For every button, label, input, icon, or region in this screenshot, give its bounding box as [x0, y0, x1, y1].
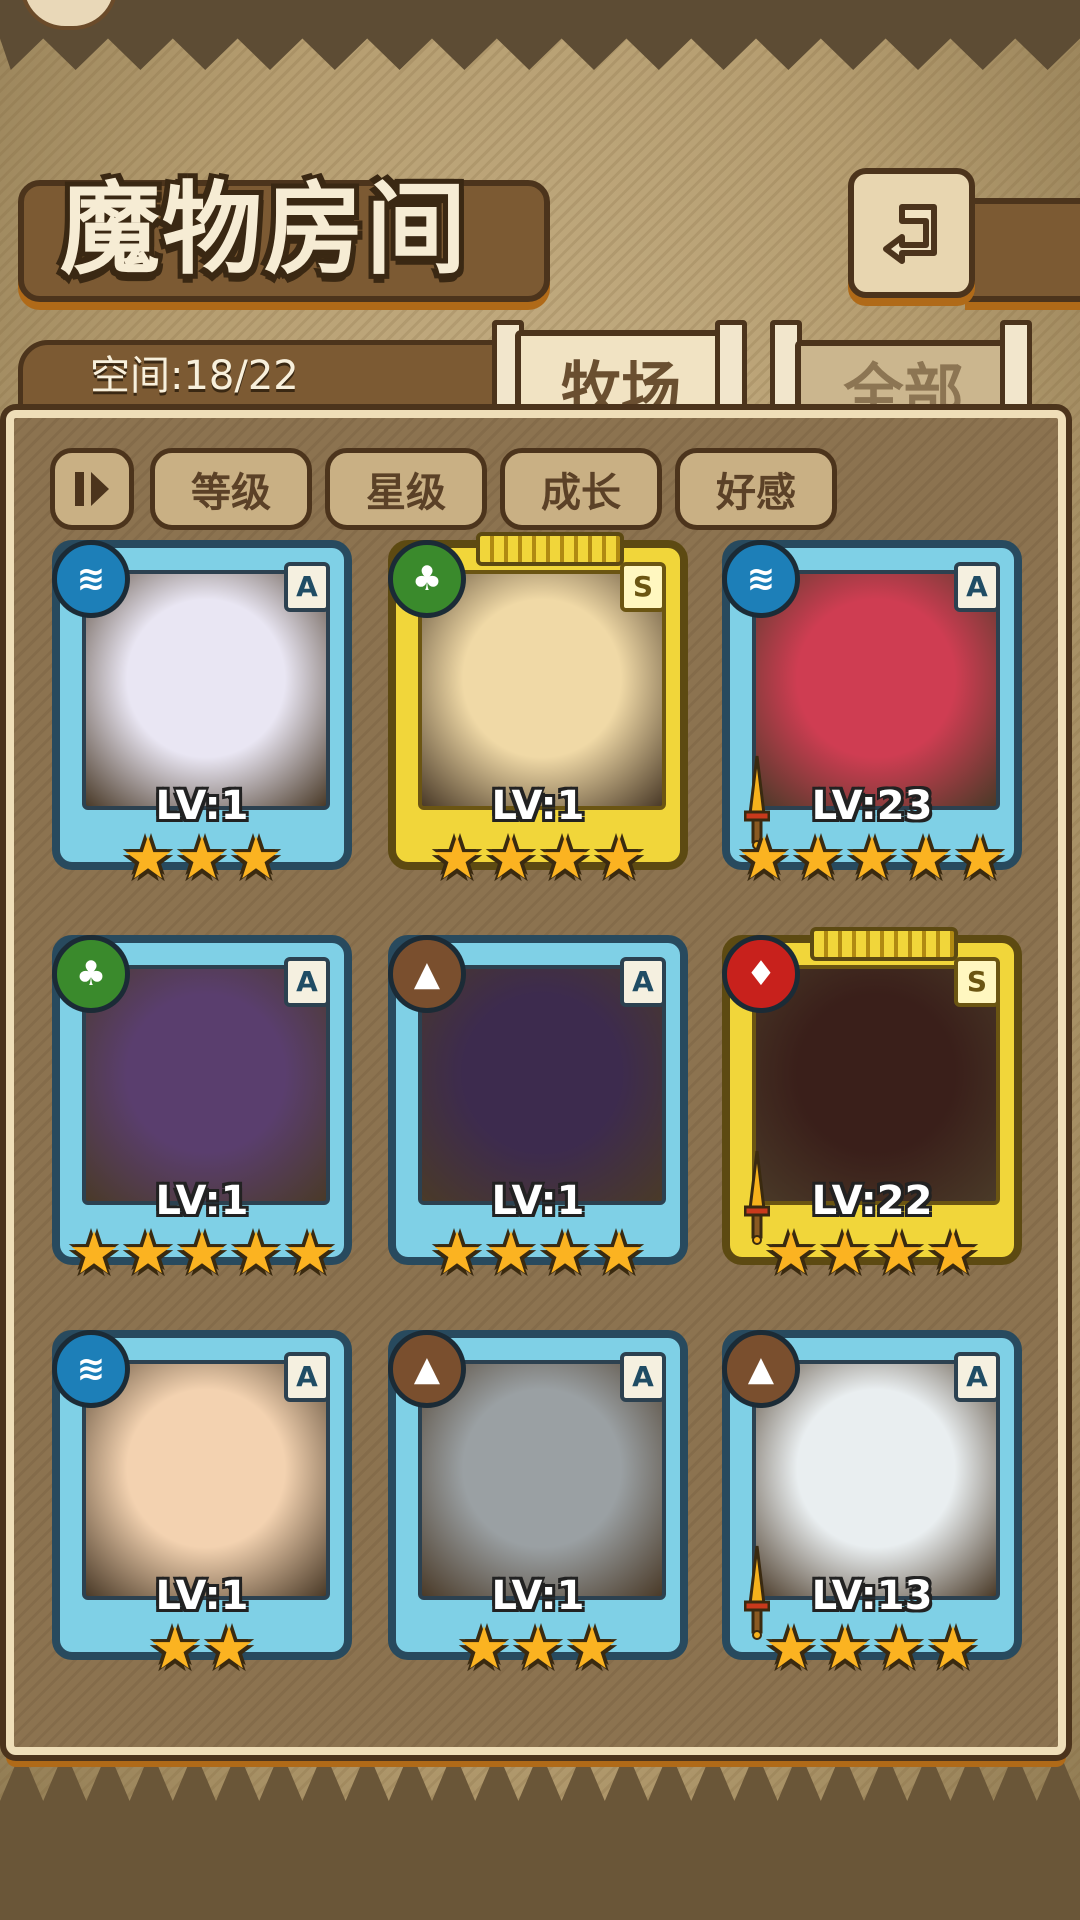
star-rating: ★ ★ ★ ★ — [730, 1614, 1014, 1682]
star-icon: ★ — [176, 1219, 228, 1287]
back-button-bar — [965, 198, 1080, 302]
monster-level: LV:1 — [491, 783, 585, 829]
star-rating: ★ ★ ★ ★ ★ — [730, 824, 1014, 892]
page-title: 魔物房间 — [60, 171, 468, 288]
earth-element-icon: ▲ — [388, 935, 466, 1013]
back-button[interactable] — [848, 168, 975, 298]
star-icon: ★ — [819, 1219, 871, 1287]
storage-count: 空间:18/22 — [90, 353, 299, 399]
fire-element-icon: ♦ — [722, 935, 800, 1013]
star-icon: ★ — [765, 1219, 817, 1287]
star-icon: ★ — [738, 824, 790, 892]
monster-card[interactable]: A ≋ LV:1 ★ ★ — [52, 1330, 352, 1677]
sort-by-affinity-label: 好感 — [716, 470, 796, 516]
water-element-icon: ≋ — [52, 540, 130, 618]
sort-by-star-label: 星级 — [366, 470, 446, 516]
star-rating: ★ ★ ★ — [396, 1614, 680, 1682]
monster-level: LV:13 — [811, 1573, 933, 1619]
monster-card[interactable]: A ▲ LV:1 ★ ★ ★ ★ — [388, 935, 688, 1282]
rank-badge: S — [620, 562, 666, 612]
star-icon: ★ — [593, 824, 645, 892]
sort-toggle-button[interactable] — [50, 448, 134, 530]
star-icon: ★ — [873, 1614, 925, 1682]
star-icon: ★ — [122, 824, 174, 892]
monster-card[interactable]: A ▲ LV:1 ★ ★ ★ — [388, 1330, 688, 1677]
star-icon: ★ — [203, 1614, 255, 1682]
star-icon: ★ — [792, 824, 844, 892]
star-icon: ★ — [176, 824, 228, 892]
star-icon: ★ — [819, 1614, 871, 1682]
monster-card[interactable]: S ♣ LV:1 ★ ★ ★ ★ — [388, 532, 688, 887]
monster-level: LV:1 — [155, 1573, 249, 1619]
sort-by-level-label: 等级 — [191, 470, 271, 516]
monster-card[interactable]: S ♦ LV:22 ★ ★ ★ ★ — [722, 927, 1022, 1282]
star-rating: ★ ★ ★ ★ — [730, 1219, 1014, 1287]
earth-element-icon: ▲ — [388, 1330, 466, 1408]
sort-by-star-button[interactable]: 星级 — [325, 448, 487, 530]
earth-element-icon: ▲ — [722, 1330, 800, 1408]
star-rating: ★ ★ ★ ★ — [396, 1219, 680, 1287]
star-icon: ★ — [927, 1614, 979, 1682]
star-rating: ★ ★ ★ ★ — [396, 824, 680, 892]
star-icon: ★ — [122, 1219, 174, 1287]
star-icon: ★ — [954, 824, 1006, 892]
monster-level: LV:22 — [811, 1178, 933, 1224]
rank-badge: A — [284, 562, 330, 612]
rank-badge: A — [620, 1352, 666, 1402]
sort-by-growth-button[interactable]: 成长 — [500, 448, 662, 530]
star-icon: ★ — [149, 1614, 201, 1682]
rank-badge: S — [954, 957, 1000, 1007]
water-element-icon: ≋ — [52, 1330, 130, 1408]
gold-frame-crown — [810, 927, 958, 961]
monster-level: LV:1 — [155, 783, 249, 829]
star-icon: ★ — [68, 1219, 120, 1287]
monster-card[interactable]: A ≋ LV:23 ★ ★ ★ ★ ★ — [722, 540, 1022, 887]
star-icon: ★ — [485, 1219, 537, 1287]
star-rating: ★ ★ ★ — [60, 824, 344, 892]
star-icon: ★ — [458, 1614, 510, 1682]
star-icon: ★ — [431, 1219, 483, 1287]
sort-by-growth-label: 成长 — [541, 470, 621, 516]
star-icon: ★ — [431, 824, 483, 892]
back-arrow-icon — [882, 204, 937, 264]
star-icon: ★ — [539, 824, 591, 892]
monster-level: LV:1 — [155, 1178, 249, 1224]
monster-level: LV:23 — [811, 783, 933, 829]
star-rating: ★ ★ — [60, 1614, 344, 1682]
sort-order-icon — [75, 472, 109, 506]
star-rating: ★ ★ ★ ★ ★ — [60, 1219, 344, 1287]
rank-badge: A — [954, 562, 1000, 612]
star-icon: ★ — [539, 1219, 591, 1287]
grass-element-icon: ♣ — [388, 540, 466, 618]
monster-card[interactable]: A ≋ LV:1 ★ ★ ★ — [52, 540, 352, 887]
water-element-icon: ≋ — [722, 540, 800, 618]
grass-element-icon: ♣ — [52, 935, 130, 1013]
star-icon: ★ — [230, 824, 282, 892]
star-icon: ★ — [846, 824, 898, 892]
star-icon: ★ — [230, 1219, 282, 1287]
star-icon: ★ — [512, 1614, 564, 1682]
rank-badge: A — [620, 957, 666, 1007]
bottom-border — [0, 1750, 1080, 1920]
rank-badge: A — [284, 957, 330, 1007]
monster-card[interactable]: A ▲ LV:13 ★ ★ ★ ★ — [722, 1330, 1022, 1677]
star-icon: ★ — [566, 1614, 618, 1682]
star-icon: ★ — [765, 1614, 817, 1682]
gold-frame-crown — [476, 532, 624, 566]
rank-badge: A — [954, 1352, 1000, 1402]
star-icon: ★ — [284, 1219, 336, 1287]
star-icon: ★ — [900, 824, 952, 892]
star-icon: ★ — [927, 1219, 979, 1287]
star-icon: ★ — [873, 1219, 925, 1287]
star-icon: ★ — [593, 1219, 645, 1287]
sort-by-level-button[interactable]: 等级 — [150, 448, 312, 530]
star-icon: ★ — [485, 824, 537, 892]
monster-card[interactable]: A ♣ LV:1 ★ ★ ★ ★ ★ — [52, 935, 352, 1282]
monster-level: LV:1 — [491, 1573, 585, 1619]
sort-by-affinity-button[interactable]: 好感 — [675, 448, 837, 530]
monster-level: LV:1 — [491, 1178, 585, 1224]
rank-badge: A — [284, 1352, 330, 1402]
